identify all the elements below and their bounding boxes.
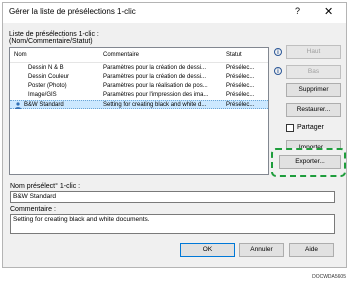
share-label: Partager [297,124,324,131]
list-item[interactable]: Dessin Couleur Paramètres pour la créati… [10,73,268,82]
ok-button[interactable]: OK [180,243,235,257]
item-comment: Setting for creating black and white d..… [103,102,207,108]
item-status: Présélec... [226,92,255,98]
export-highlight [271,148,346,177]
item-name: Dessin Couleur [28,74,70,80]
user-icon [15,102,21,109]
item-comment: Paramètres pour l'impression des ima... [103,92,209,98]
column-header-status[interactable]: Statut [226,52,242,58]
list-label-sub: (Nom/Commentaire/Statut) [9,38,93,45]
item-status: Présélec... [226,102,255,108]
item-status: Présélec... [226,83,255,89]
comment-label: Commentaire : [10,206,56,213]
comment-field[interactable]: Setting for creating black and white doc… [10,214,335,234]
item-status: Présélec... [226,74,255,80]
item-comment: Paramètres pour la création de dessi... [103,65,207,71]
info-icon[interactable]: i [274,67,282,75]
cancel-button[interactable]: Annuler [239,243,284,257]
item-status: Présélec... [226,65,255,71]
preset-name-field[interactable]: B&W Standard [10,191,335,203]
up-button[interactable]: Haut [286,45,341,59]
preset-list[interactable]: Nom Commentaire Statut Dessin N & B Para… [9,47,269,175]
delete-button[interactable]: Supprimer [286,83,341,97]
restore-button[interactable]: Restaurer... [286,103,341,117]
list-item[interactable]: Poster (Photo) Paramètres pour la réalis… [10,82,268,91]
list-item-selected[interactable]: B&W Standard Setting for creating black … [10,100,268,109]
column-header-name[interactable]: Nom [14,52,27,58]
dialog-title: Gérer la liste de présélections 1-clic [9,7,136,16]
import-button[interactable]: Importer... [286,140,341,148]
preset-dialog: Gérer la liste de présélections 1-clic ?… [2,2,347,268]
list-item[interactable]: Image/GIS Paramètres pour l'impression d… [10,91,268,100]
item-name: Poster (Photo) [28,83,67,89]
list-header: Nom Commentaire Statut [10,48,268,63]
item-comment: Paramètres pour la réalisation de pos... [103,83,208,89]
info-icon[interactable]: i [274,48,282,56]
item-name: Image/GIS [28,92,57,98]
help-button[interactable]: Aide [289,243,334,257]
close-icon[interactable]: ✕ [324,5,333,18]
list-item[interactable]: Dessin N & B Paramètres pour la création… [10,64,268,73]
item-comment: Paramètres pour la création de dessi... [103,74,207,80]
share-checkbox[interactable] [286,124,294,132]
item-name: B&W Standard [24,102,64,108]
down-button[interactable]: Bas [286,65,341,79]
help-title-button[interactable]: ? [295,6,300,16]
title-bar: Gérer la liste de présélections 1-clic ?… [3,3,346,23]
preset-name-label: Nom présélect° 1-clic : [10,183,81,190]
item-name: Dessin N & B [28,65,64,71]
figure-code: DOCWDA5605 [312,274,346,280]
column-header-comment[interactable]: Commentaire [103,52,139,58]
